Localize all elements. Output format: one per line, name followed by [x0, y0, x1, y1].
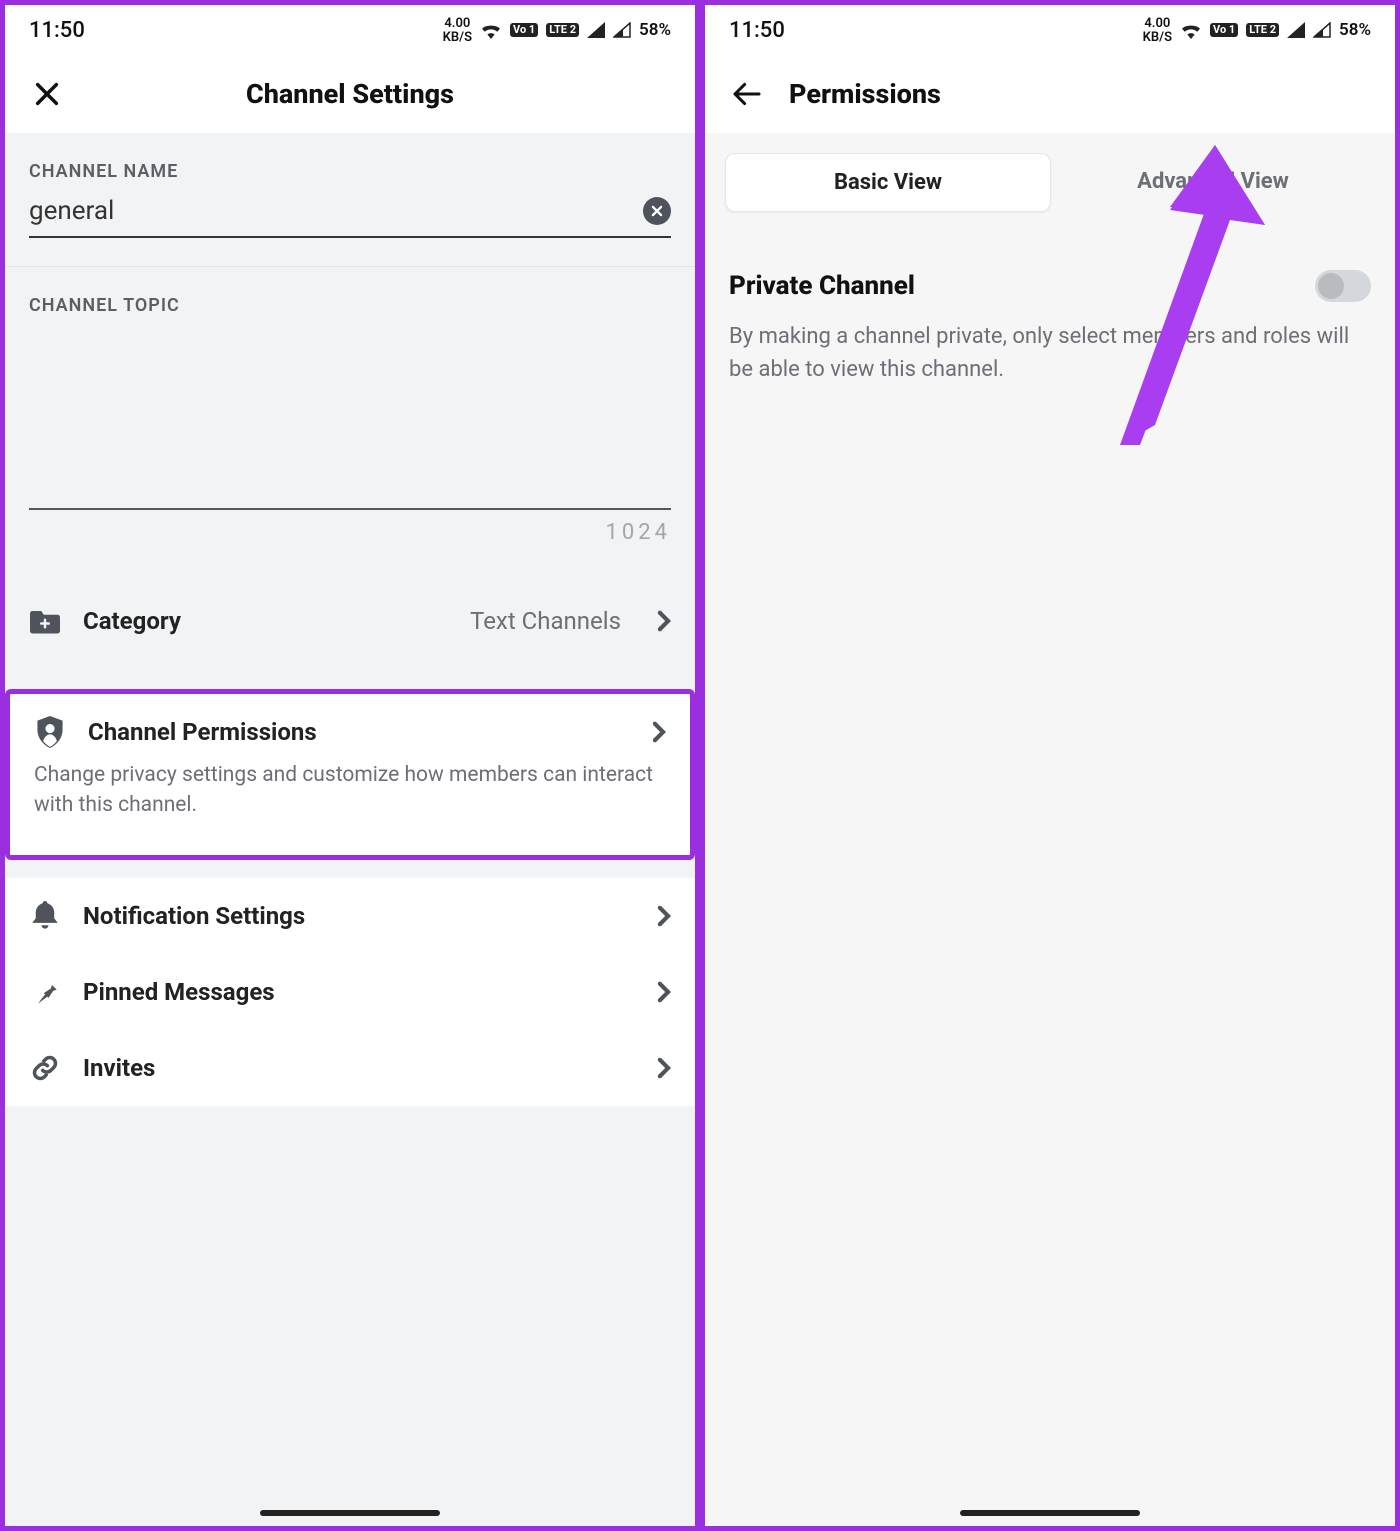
row-notifications-label: Notification Settings: [83, 902, 305, 930]
status-bar: 11:50 4.00KB/S Vo 1 LTE 2 58%: [5, 5, 695, 55]
row-invites-label: Invites: [83, 1054, 155, 1082]
row-permissions-label: Channel Permissions: [88, 718, 317, 746]
page-title: Permissions: [789, 78, 941, 110]
channel-topic-label: CHANNEL TOPIC: [5, 267, 695, 330]
status-battery: 58%: [639, 20, 671, 40]
topic-counter: 1024: [5, 510, 695, 545]
status-time: 11:50: [729, 18, 785, 43]
status-battery: 58%: [1339, 20, 1371, 40]
link-icon: [29, 1052, 61, 1084]
header: Permissions: [705, 55, 1395, 133]
row-category-value: Text Channels: [470, 607, 621, 635]
wifi-icon: [480, 21, 502, 39]
chevron-right-icon: [657, 905, 671, 927]
row-category[interactable]: Category Text Channels: [5, 583, 695, 659]
shield-user-icon: [34, 716, 66, 748]
lte-badge-1: Vo 1: [1210, 23, 1238, 37]
close-button[interactable]: [23, 70, 71, 118]
private-channel-desc: By making a channel private, only select…: [705, 308, 1395, 398]
bell-icon: [29, 900, 61, 932]
header: Channel Settings: [5, 55, 695, 133]
clear-icon[interactable]: [643, 197, 671, 225]
nav-indicator: [260, 1510, 440, 1516]
status-bar: 11:50 4.00KB/S Vo 1 LTE 2 58%: [705, 5, 1395, 55]
folder-plus-icon: [29, 605, 61, 637]
channel-name-field-wrap: [29, 196, 671, 238]
chevron-right-icon: [657, 981, 671, 1003]
content-scroll[interactable]: CHANNEL NAME CHANNEL TOPIC 1024 Category…: [5, 133, 695, 1526]
private-channel-label: Private Channel: [729, 271, 915, 301]
status-right: 4.00KB/S Vo 1 LTE 2 58%: [443, 16, 671, 44]
channel-name-label: CHANNEL NAME: [5, 133, 695, 196]
row-category-label: Category: [83, 607, 181, 635]
row-notifications[interactable]: Notification Settings: [5, 878, 695, 954]
row-permissions[interactable]: Channel Permissions: [10, 694, 690, 756]
page-title: Channel Settings: [5, 78, 695, 110]
row-permissions-desc-wrap: Change privacy settings and customize ho…: [10, 756, 690, 855]
chevron-right-icon: [657, 610, 671, 632]
back-button[interactable]: [723, 70, 771, 118]
lte-badge-2: LTE 2: [546, 23, 579, 37]
pin-icon: [29, 976, 61, 1008]
wifi-icon: [1180, 21, 1202, 39]
rows-group: Notification Settings Pinned Messages: [5, 878, 695, 1106]
content-scroll[interactable]: Basic View Advanced View Private Channel…: [705, 133, 1395, 1526]
tab-basic-view[interactable]: Basic View: [725, 153, 1051, 212]
signal-icon-2: [613, 22, 631, 38]
row-invites[interactable]: Invites: [5, 1030, 695, 1106]
private-channel-row: Private Channel: [705, 212, 1395, 308]
tab-advanced-view[interactable]: Advanced View: [1051, 153, 1375, 212]
chevron-right-icon: [657, 1057, 671, 1079]
channel-topic-input[interactable]: [29, 330, 671, 510]
screenshot-right: 11:50 4.00KB/S Vo 1 LTE 2 58% Permission…: [700, 0, 1400, 1531]
chevron-right-icon: [652, 721, 666, 743]
channel-name-input[interactable]: [29, 196, 643, 226]
view-tabs: Basic View Advanced View: [725, 153, 1375, 212]
status-right: 4.00KB/S Vo 1 LTE 2 58%: [1143, 16, 1371, 44]
private-channel-toggle[interactable]: [1315, 270, 1371, 302]
nav-indicator: [960, 1510, 1140, 1516]
row-permissions-highlight: Channel Permissions Change privacy setti…: [5, 689, 695, 860]
lte-badge-2: LTE 2: [1246, 23, 1279, 37]
signal-icon-2: [1313, 22, 1331, 38]
row-pinned[interactable]: Pinned Messages: [5, 954, 695, 1030]
status-kbps: 4.00KB/S: [1143, 16, 1172, 44]
status-time: 11:50: [29, 18, 85, 43]
lte-badge-1: Vo 1: [510, 23, 538, 37]
status-kbps: 4.00KB/S: [443, 16, 472, 44]
signal-icon-1: [587, 22, 605, 38]
row-pinned-label: Pinned Messages: [83, 978, 275, 1006]
screenshot-left: 11:50 4.00KB/S Vo 1 LTE 2 58% Channel Se…: [0, 0, 700, 1531]
row-permissions-desc: Change privacy settings and customize ho…: [34, 756, 666, 833]
signal-icon-1: [1287, 22, 1305, 38]
